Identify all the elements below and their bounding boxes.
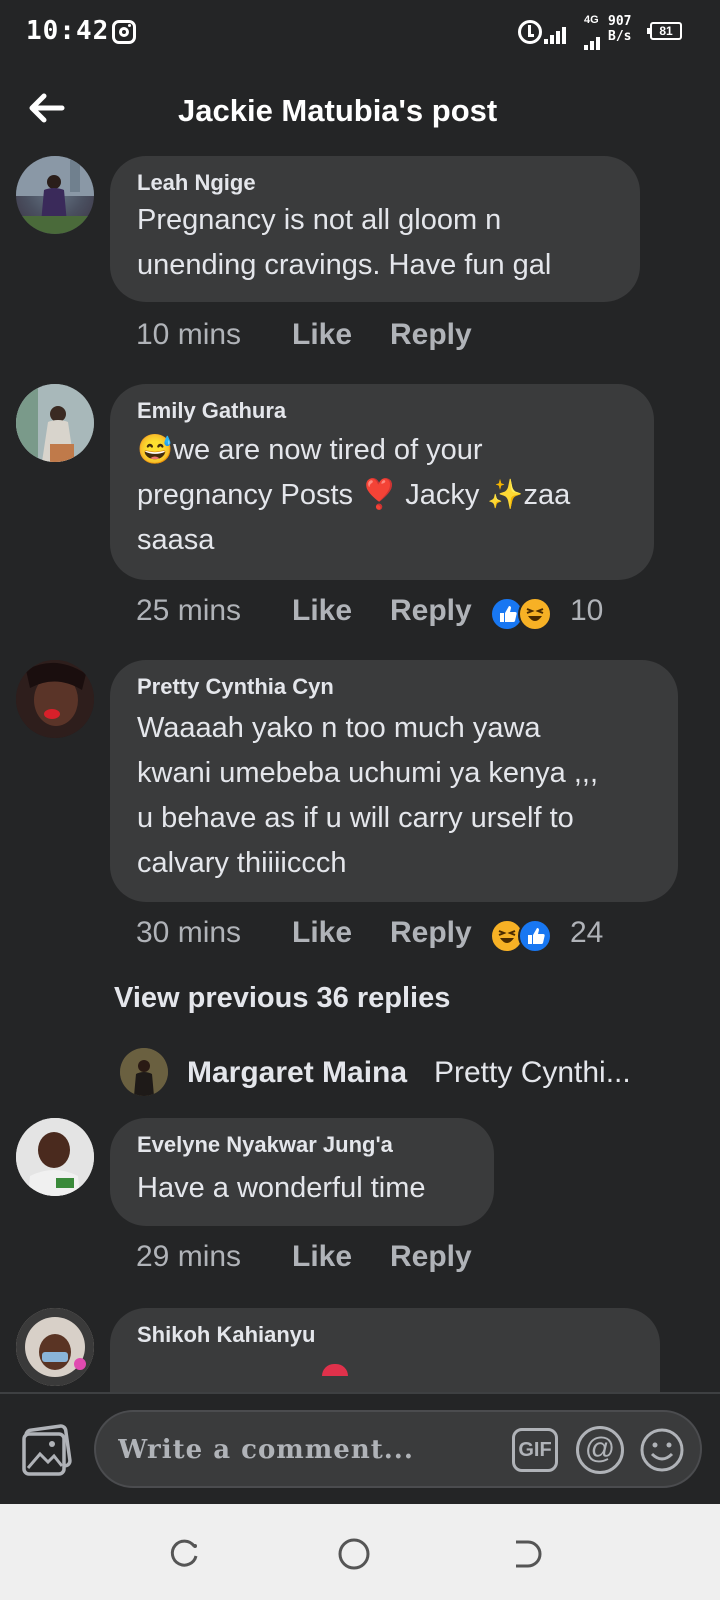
page-title: Jackie Matubia's post	[178, 93, 498, 128]
comment-author[interactable]: Leah Ngige	[137, 170, 256, 196]
alarm-icon	[518, 20, 542, 44]
reply-button[interactable]: Reply	[390, 594, 472, 628]
comment-time: 30 mins	[136, 916, 242, 949]
home-icon	[338, 1538, 370, 1570]
haha-reaction-icon	[518, 597, 552, 631]
recent-apps-icon	[170, 1539, 198, 1567]
comment-meta: 29 mins Like Reply	[136, 1240, 696, 1280]
reply-button[interactable]: Reply	[390, 916, 472, 950]
mention-button[interactable]: @	[576, 1426, 624, 1474]
back-arrow-icon	[29, 93, 65, 123]
comment-text-line: pregnancy Posts ❣️ Jacky ✨zaa	[137, 479, 571, 511]
comment-author[interactable]: Shikoh Kahianyu	[137, 1322, 315, 1348]
net-speed-unit: B/s	[608, 29, 632, 44]
reply-button[interactable]: Reply	[390, 1240, 472, 1274]
reply-button[interactable]: Reply	[390, 318, 472, 352]
comment-box: GIF @	[94, 1410, 702, 1488]
recent-apps-button[interactable]	[164, 1534, 204, 1574]
smiley-icon	[640, 1428, 684, 1472]
comment-author[interactable]: Pretty Cynthia Cyn	[137, 674, 334, 700]
avatar[interactable]	[120, 1048, 168, 1096]
comment-text-line: u behave as if u will carry urself to	[137, 802, 574, 834]
network-speed: 907 B/s	[608, 14, 631, 44]
comment-text-line: unending cravings. Have fun gal	[137, 249, 552, 281]
reply-preview[interactable]: Margaret Maina Pretty Cynthi...	[120, 1046, 680, 1102]
comment-text-line: kwani umebeba uchumi ya kenya ,,,	[137, 757, 599, 789]
comment-text-line: Waaaah yako n too much yawa	[137, 712, 541, 744]
comment-bubble[interactable]: Shikoh Kahianyu	[110, 1308, 660, 1392]
comment-bubble[interactable]: Emily Gathura 😅we are now tired of your …	[110, 384, 654, 580]
home-button[interactable]	[334, 1534, 374, 1574]
avatar[interactable]	[16, 384, 94, 462]
comment-time: 10 mins	[136, 318, 242, 351]
avatar[interactable]	[16, 156, 94, 234]
reply-author[interactable]: Margaret Maina	[187, 1056, 407, 1090]
instagram-notification-icon	[112, 20, 136, 44]
back-nav-icon	[516, 1540, 542, 1568]
avatar-photo	[16, 384, 94, 462]
avatar-photo	[16, 1308, 94, 1386]
emoji-button[interactable]	[638, 1426, 686, 1474]
avatar-photo	[16, 156, 94, 234]
like-reaction-icon	[518, 919, 552, 953]
comment-time: 25 mins	[136, 594, 242, 627]
view-previous-replies-link[interactable]: View previous 36 replies	[114, 982, 450, 1015]
comment-text-line: calvary thiiiiccch	[137, 847, 347, 879]
avatar[interactable]	[16, 1118, 94, 1196]
reaction-summary[interactable]: 10	[490, 594, 620, 634]
battery-icon: 81	[647, 22, 682, 40]
like-button[interactable]: Like	[292, 594, 352, 628]
avatar[interactable]	[16, 660, 94, 738]
net-speed-value: 907	[608, 14, 632, 29]
gif-button[interactable]: GIF	[512, 1428, 558, 1472]
system-nav-bar	[0, 1504, 720, 1600]
comment-text-line: Have a wonderful time	[137, 1172, 426, 1204]
reaction-summary[interactable]: 24	[490, 916, 620, 956]
comment-bubble[interactable]: Evelyne Nyakwar Jung'a Have a wonderful …	[110, 1118, 494, 1226]
status-time: 10:42	[26, 16, 110, 46]
back-nav-button[interactable]	[506, 1534, 546, 1574]
signal-strength-icon-2	[584, 30, 600, 50]
comment-meta: 10 mins Like Reply	[136, 318, 696, 358]
photo-icon	[22, 1424, 72, 1476]
back-button[interactable]	[24, 86, 68, 130]
heart-emoji-icon	[322, 1364, 348, 1376]
reply-text: Pretty Cynthi...	[434, 1056, 631, 1089]
comment-text-line: Pregnancy is not all gloom n	[137, 204, 502, 236]
avatar-photo	[16, 1118, 94, 1196]
reaction-count: 24	[570, 916, 604, 949]
app-header: Jackie Matubia's post	[0, 66, 720, 156]
like-button[interactable]: Like	[292, 916, 352, 950]
like-button[interactable]: Like	[292, 1240, 352, 1274]
signal-strength-icon	[544, 24, 566, 44]
like-button[interactable]: Like	[292, 318, 352, 352]
comment-bubble[interactable]: Pretty Cynthia Cyn Waaaah yako n too muc…	[110, 660, 678, 902]
comment-input[interactable]	[118, 1430, 488, 1470]
comment-author[interactable]: Evelyne Nyakwar Jung'a	[137, 1132, 393, 1158]
avatar-photo	[16, 660, 94, 738]
comment-composer: GIF @	[0, 1392, 720, 1504]
network-type: 4G	[584, 14, 599, 26]
status-bar: 10:42 4G 907 B/s 81	[0, 0, 720, 66]
reaction-count: 10	[570, 594, 604, 627]
comment-time: 29 mins	[136, 1240, 242, 1273]
comment-author[interactable]: Emily Gathura	[137, 398, 286, 424]
comment-text-line: 😅we are now tired of your	[137, 434, 483, 466]
photo-button[interactable]	[18, 1420, 76, 1478]
avatar[interactable]	[16, 1308, 94, 1386]
avatar-photo	[120, 1048, 168, 1096]
comment-bubble[interactable]: Leah Ngige Pregnancy is not all gloom n …	[110, 156, 640, 302]
comments-feed[interactable]: Leah Ngige Pregnancy is not all gloom n …	[0, 156, 720, 1392]
comment-text-line: saasa	[137, 524, 215, 556]
